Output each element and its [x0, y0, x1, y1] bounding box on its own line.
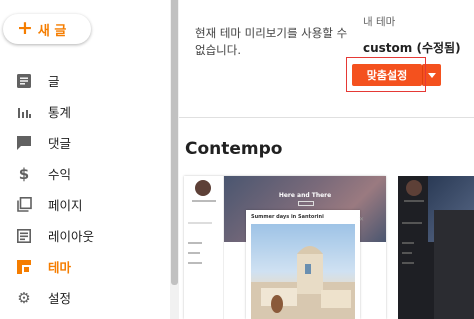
thumbnail-text-line	[188, 222, 212, 224]
thumbnail-sidebar	[184, 176, 224, 319]
theme-icon	[16, 259, 32, 275]
thumbnail-text-line	[192, 200, 216, 202]
theme-thumbnail-contempo-light[interactable]: Here and There Summer days in Santorini …	[184, 176, 386, 319]
new-post-button[interactable]: + 새 글	[3, 14, 91, 44]
sidebar-scrollbar[interactable]	[170, 0, 179, 319]
sidebar-item-label: 레이아웃	[48, 229, 95, 244]
gear-icon: ⚙	[17, 288, 31, 307]
thumbnail-post-image	[251, 224, 355, 319]
thumbnail-text-line	[402, 242, 414, 244]
current-theme-name: custom (수정됨)	[363, 41, 461, 55]
thumbnail-text-line	[402, 262, 414, 264]
thumbnail-text-line	[188, 262, 202, 264]
theme-thumbnail-contempo-dark[interactable]	[398, 176, 474, 319]
close-icon: ✕	[359, 216, 365, 223]
thumbnail-hero-button	[298, 201, 314, 206]
sidebar-item-posts[interactable]: 글	[0, 65, 170, 96]
avatar	[195, 180, 211, 196]
layout-icon	[16, 228, 32, 244]
thumbnail-text-line	[188, 242, 202, 244]
sidebar-item-label: 글	[48, 74, 60, 89]
highlight-box	[346, 57, 426, 92]
chevron-down-icon	[428, 72, 436, 78]
thumbnail-text-line	[402, 222, 422, 224]
thumbnail-post-title: Summer days in Santorini	[251, 214, 324, 220]
sidebar-item-label: 수익	[48, 167, 72, 182]
stats-icon	[16, 104, 32, 120]
avatar	[406, 180, 422, 196]
sidebar-item-earnings[interactable]: $ 수익	[0, 158, 170, 189]
dollar-icon: $	[18, 164, 30, 183]
sidebar-item-comments[interactable]: 댓글	[0, 127, 170, 158]
thumbnail-text-line	[402, 252, 412, 254]
comment-icon	[16, 135, 32, 151]
sidebar-nav: 글 통계 댓글 $ 수익 페이지 레이아웃 테마 ⚙ 설정	[0, 65, 170, 313]
section-divider	[179, 117, 474, 118]
sidebar-item-label: 테마	[48, 260, 72, 275]
post-icon	[16, 73, 32, 89]
sidebar-item-stats[interactable]: 통계	[0, 96, 170, 127]
plus-icon: +	[17, 16, 33, 39]
sidebar-item-label: 댓글	[48, 136, 72, 151]
thumbnail-post-card: Summer days in Santorini	[246, 210, 360, 319]
pages-icon	[16, 197, 32, 213]
sidebar-item-theme[interactable]: 테마	[0, 251, 170, 282]
sidebar-item-label: 페이지	[48, 198, 83, 213]
main-content: 현재 테마 미리보기를 사용할 수 없습니다. 내 테마 custom (수정됨…	[179, 0, 474, 319]
sidebar-item-label: 통계	[48, 105, 72, 120]
theme-section-title: Contempo	[185, 139, 283, 159]
sidebar-item-settings[interactable]: ⚙ 설정	[0, 282, 170, 313]
sidebar-item-pages[interactable]: 페이지	[0, 189, 170, 220]
new-post-label: 새 글	[37, 23, 67, 39]
my-theme-label: 내 테마	[363, 16, 396, 28]
sidebar-item-layout[interactable]: 레이아웃	[0, 220, 170, 251]
thumbnail-text-line	[404, 200, 424, 202]
sidebar-item-label: 설정	[48, 291, 72, 306]
sidebar: + 새 글 글 통계 댓글 $ 수익 페이지 레이아웃 테마 ⚙ 설정	[0, 0, 170, 319]
scrollbar-thumb[interactable]	[171, 0, 178, 285]
preview-unavailable-text: 현재 테마 미리보기를 사용할 수 없습니다.	[195, 26, 348, 57]
thumbnail-post-card	[434, 210, 474, 319]
thumbnail-text-line	[188, 252, 200, 254]
thumbnail-hero-title: Here and There	[278, 192, 332, 199]
